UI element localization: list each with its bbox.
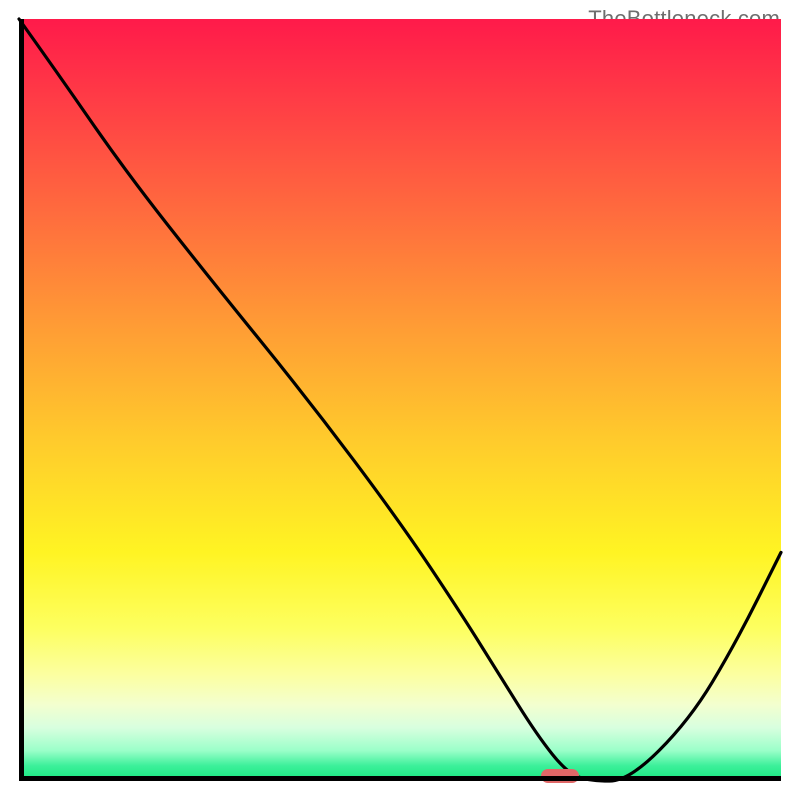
chart-curve-svg — [19, 19, 781, 781]
chart — [19, 19, 781, 781]
x-axis — [19, 776, 781, 781]
y-axis — [19, 19, 24, 781]
bottleneck-curve — [19, 19, 781, 781]
